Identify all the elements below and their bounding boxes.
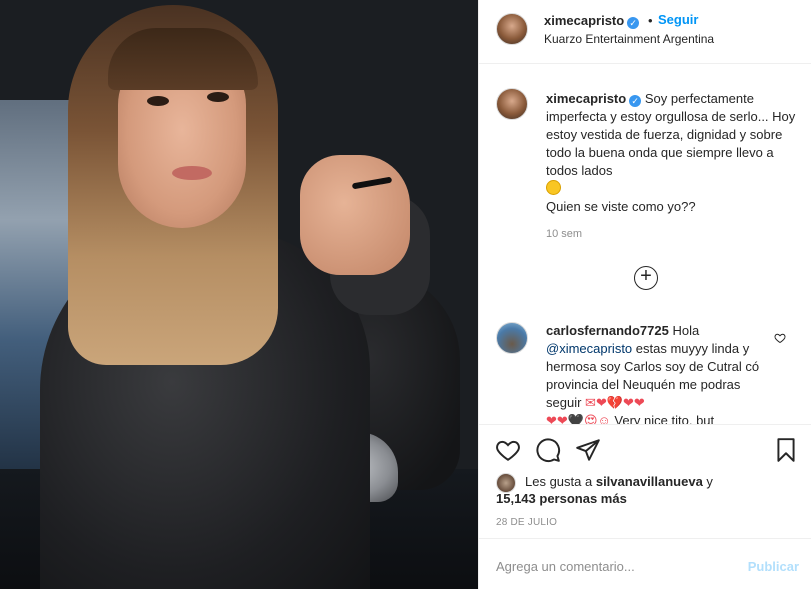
commenter-avatar[interactable] [496, 322, 528, 354]
comment-text: carlosfernando7725 Hola @ximecapristo es… [546, 322, 768, 424]
caption-text: ximecapristo ✓ Soy perfectamente imperfec… [546, 90, 798, 216]
separator-dot: • [648, 13, 653, 28]
caption-avatar[interactable] [496, 88, 528, 120]
photo-raised-hand [300, 155, 410, 275]
comment-input[interactable]: Agrega un comentario... [496, 559, 635, 574]
likes-line-1: Les gusta a silvanavillanueva y [525, 474, 713, 489]
author-avatar[interactable] [496, 13, 528, 45]
bookmark-icon[interactable] [773, 437, 799, 463]
comment-icon[interactable] [535, 437, 561, 463]
author-username[interactable]: ximecapristo ✓ [544, 13, 640, 29]
post-side-panel: ximecapristo ✓ • Seguir Kuarzo Entertainm… [478, 0, 811, 589]
verified-badge-icon: ✓ [629, 95, 642, 107]
post-header: ximecapristo ✓ • Seguir Kuarzo Entertainm… [479, 0, 811, 64]
caption-question: Quien se viste como yo?? [546, 199, 696, 214]
follow-button[interactable]: Seguir [658, 12, 698, 27]
load-more-comments-button[interactable]: + [634, 266, 658, 290]
verified-badge-icon: ✓ [627, 17, 640, 29]
share-icon[interactable] [575, 437, 601, 463]
location-link[interactable]: Kuarzo Entertainment Argentina [544, 32, 714, 46]
caption-time[interactable]: 10 sem [546, 228, 582, 240]
commenter-username[interactable]: carlosfernando7725 [546, 323, 669, 338]
heart-icon[interactable] [495, 437, 521, 463]
post-date[interactable]: 28 DE JULIO [496, 517, 557, 528]
liker-username[interactable]: silvanavillanueva [596, 474, 703, 489]
liker-avatar[interactable] [496, 473, 516, 493]
comment-greeting: Hola [672, 323, 700, 338]
photo-eye-right [207, 92, 229, 102]
add-comment-bar: Agrega un comentario... Publicar [479, 538, 811, 589]
comment-tail: Very nice tito, but [614, 413, 715, 424]
comment-mention[interactable]: @ximecapristo [546, 341, 632, 356]
smile-emoji-icon [546, 180, 561, 195]
photo-lips [172, 166, 212, 180]
post-photo[interactable] [0, 0, 478, 589]
plus-circle-icon: + [640, 265, 652, 287]
publish-button[interactable]: Publicar [748, 559, 799, 574]
comment-like-heart-icon[interactable] [774, 332, 786, 344]
comment-item: carlosfernando7725 Hola @ximecapristo es… [479, 316, 811, 424]
caption-username[interactable]: ximecapristo [546, 91, 626, 106]
photo-eye-left [147, 96, 169, 106]
likes-count[interactable]: 15,143 personas más [496, 491, 796, 506]
